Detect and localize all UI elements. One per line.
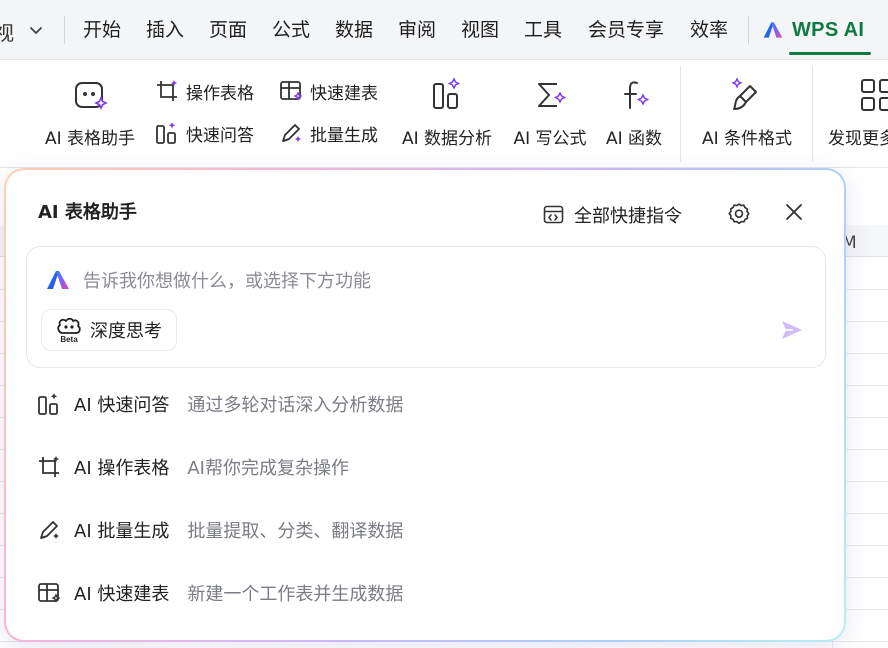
brush-sparkle-icon <box>731 77 757 110</box>
feature-description: 批量提取、分类、翻译数据 <box>187 521 404 542</box>
assistant-face-icon <box>75 82 108 110</box>
ribbon-label: AI 条件格式 <box>701 129 793 149</box>
feature-quick-build[interactable]: AI 快速建表 新建一个工作表并生成数据 <box>36 577 403 609</box>
ribbon-conditional-format-button[interactable]: AI 条件格式 <box>694 60 800 168</box>
shortcut-list-icon <box>543 205 564 224</box>
ribbon-data-analysis-button[interactable]: AI 数据分析 <box>398 60 496 168</box>
data-analysis-icon <box>433 77 461 109</box>
menu-item-data[interactable]: 数据 <box>335 16 373 44</box>
send-icon[interactable] <box>779 317 805 343</box>
deep-think-button[interactable]: Beta 深度思考 <box>41 309 177 351</box>
app-root: 视 开始 插入 页面 公式 数据 审阅 视图 工具 会员专享 效率 WPS AI… <box>0 0 888 648</box>
ribbon-label: 发现更多 <box>828 129 888 149</box>
chevron-down-icon[interactable] <box>26 20 46 40</box>
ribbon-ai-table-assistant-button[interactable]: AI 表格助手 <box>40 60 140 168</box>
feature-quick-qa[interactable]: AI 快速问答 通过多轮对话深入分析数据 <box>36 388 403 420</box>
active-tab-indicator <box>789 52 871 55</box>
panel-title: AI 表格助手 <box>38 202 137 223</box>
feature-description: AI帮你完成复杂操作 <box>187 458 349 479</box>
prompt-input-box[interactable]: 告诉我你想做什么，或选择下方功能 Beta 深度思考 <box>26 246 826 368</box>
deep-think-icon: Beta <box>57 317 81 344</box>
deep-think-label: 深度思考 <box>90 321 162 342</box>
menu-item-home[interactable]: 开始 <box>83 16 121 44</box>
feature-name: AI 快速建表 <box>74 584 170 605</box>
wps-ai-logo-icon <box>763 22 783 38</box>
table-sparkle-icon <box>38 583 61 603</box>
menu-separator <box>64 16 65 44</box>
ribbon-quick-qa-button[interactable]: 快速问答 <box>154 119 254 147</box>
wps-ai-logo-icon <box>47 271 69 289</box>
crop-icon <box>157 80 177 101</box>
feature-name: AI 快速问答 <box>74 395 170 416</box>
function-icon <box>624 81 650 109</box>
beta-badge: Beta <box>60 335 78 344</box>
ribbon-quick-build-button[interactable]: 快速建表 <box>278 77 378 105</box>
ribbon-operate-table-button[interactable]: 操作表格 <box>154 77 254 105</box>
all-shortcuts-button[interactable]: 全部快捷指令 <box>542 202 682 228</box>
ai-panel-body: AI 表格助手 全部快捷指令 告诉我你想做什么，或选择下方功能 Beta 深度思… <box>6 170 844 640</box>
sigma-icon <box>538 83 567 107</box>
prompt-input-placeholder[interactable]: 告诉我你想做什么，或选择下方功能 <box>83 267 371 293</box>
feature-batch-generate[interactable]: AI 批量生成 批量提取、分类、翻译数据 <box>36 514 403 546</box>
ai-assistant-panel: AI 表格助手 全部快捷指令 告诉我你想做什么，或选择下方功能 Beta 深度思… <box>4 168 846 642</box>
ribbon-toolbar: AI 表格助手 操作表格 快速问答 快速建表 批量生成 AI 数据分析 AI 写… <box>0 60 888 168</box>
ribbon-function-button[interactable]: AI 函数 <box>600 60 668 168</box>
menu-item-review[interactable]: 审阅 <box>398 16 436 44</box>
crop-icon <box>39 456 59 477</box>
feature-operate-table[interactable]: AI 操作表格 AI帮你完成复杂操作 <box>36 451 349 483</box>
menu-item-member[interactable]: 会员专享 <box>588 16 664 44</box>
menu-bar: 视 开始 插入 页面 公式 数据 审阅 视图 工具 会员专享 效率 WPS AI <box>0 0 888 60</box>
menu-separator <box>748 16 749 44</box>
ribbon-label: 操作表格 <box>186 83 254 104</box>
wps-ai-label: WPS AI <box>792 18 865 41</box>
feature-name: AI 操作表格 <box>74 458 170 479</box>
menu-item-efficiency[interactable]: 效率 <box>690 16 728 44</box>
ribbon-label: AI 函数 <box>605 129 663 149</box>
feature-description: 通过多轮对话深入分析数据 <box>187 395 404 416</box>
grid-apps-icon <box>861 79 888 111</box>
gear-icon[interactable] <box>726 201 752 227</box>
ribbon-separator <box>812 66 813 162</box>
all-shortcuts-label: 全部快捷指令 <box>574 206 682 227</box>
menu-item-tools[interactable]: 工具 <box>524 16 562 44</box>
menu-item-formula[interactable]: 公式 <box>272 16 310 44</box>
feature-name: AI 批量生成 <box>74 521 170 542</box>
table-sparkle-icon <box>280 81 303 101</box>
menu-item-page[interactable]: 页面 <box>209 16 247 44</box>
ribbon-write-formula-button[interactable]: AI 写公式 <box>508 60 592 168</box>
feature-description: 新建一个工作表并生成数据 <box>187 584 404 605</box>
ribbon-label: AI 写公式 <box>513 129 587 149</box>
ribbon-discover-more-button[interactable]: 发现更多 <box>828 60 888 168</box>
menu-item-view-fragment[interactable]: 视 <box>0 17 14 46</box>
ribbon-label: 批量生成 <box>310 125 378 146</box>
menu-item-insert[interactable]: 插入 <box>146 16 184 44</box>
menu-item-view[interactable]: 视图 <box>461 16 499 44</box>
pen-sparkle-icon <box>282 124 301 142</box>
ribbon-label: 快速建表 <box>310 83 378 104</box>
ribbon-separator <box>680 66 681 162</box>
ribbon-label: 快速问答 <box>186 125 254 146</box>
qa-icon <box>156 122 176 144</box>
pen-sparkle-icon <box>40 521 59 539</box>
menu-item-wps-ai[interactable]: WPS AI <box>762 14 864 46</box>
qa-icon <box>38 393 58 415</box>
close-icon[interactable] <box>781 199 807 225</box>
ribbon-label: AI 表格助手 <box>44 129 136 149</box>
ribbon-batch-generate-button[interactable]: 批量生成 <box>278 119 378 147</box>
ribbon-label: AI 数据分析 <box>401 129 493 149</box>
